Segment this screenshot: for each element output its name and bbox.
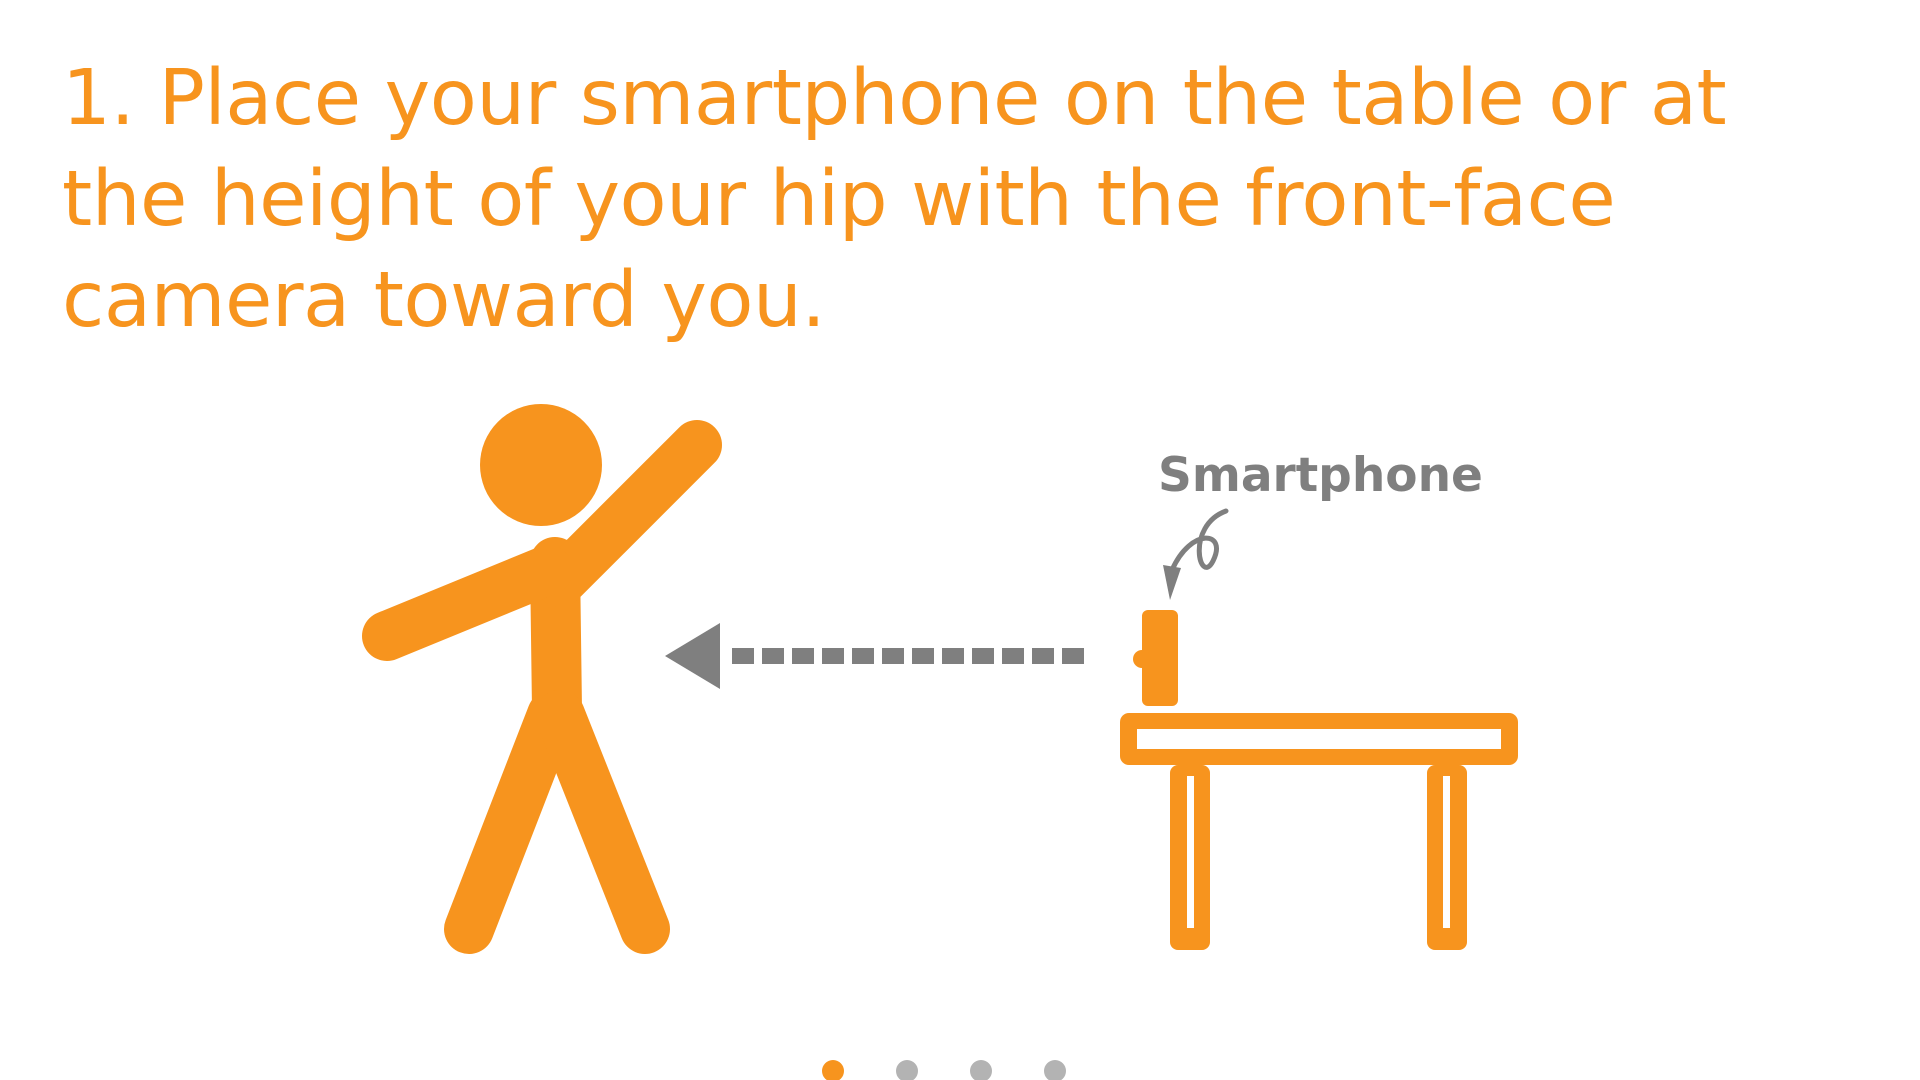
smartphone-icon — [1133, 610, 1178, 706]
curved-pointer-arrow — [1163, 508, 1229, 600]
dashed-arrow — [665, 623, 1084, 689]
table-icon — [1120, 713, 1518, 950]
figure-right-leg — [535, 690, 670, 954]
figure-head — [480, 404, 602, 526]
figure-side-arm — [362, 545, 573, 661]
page-dot-3[interactable] — [970, 1060, 992, 1080]
smartphone-label: Smartphone — [1158, 448, 1483, 503]
setup-illustration — [362, 404, 1518, 954]
figure-left-leg — [444, 690, 577, 954]
page-dot-1[interactable] — [822, 1060, 844, 1080]
page-dot-2[interactable] — [896, 1060, 918, 1080]
page-indicator — [822, 1060, 1066, 1080]
page-dot-4[interactable] — [1044, 1060, 1066, 1080]
stick-figure — [362, 404, 722, 954]
